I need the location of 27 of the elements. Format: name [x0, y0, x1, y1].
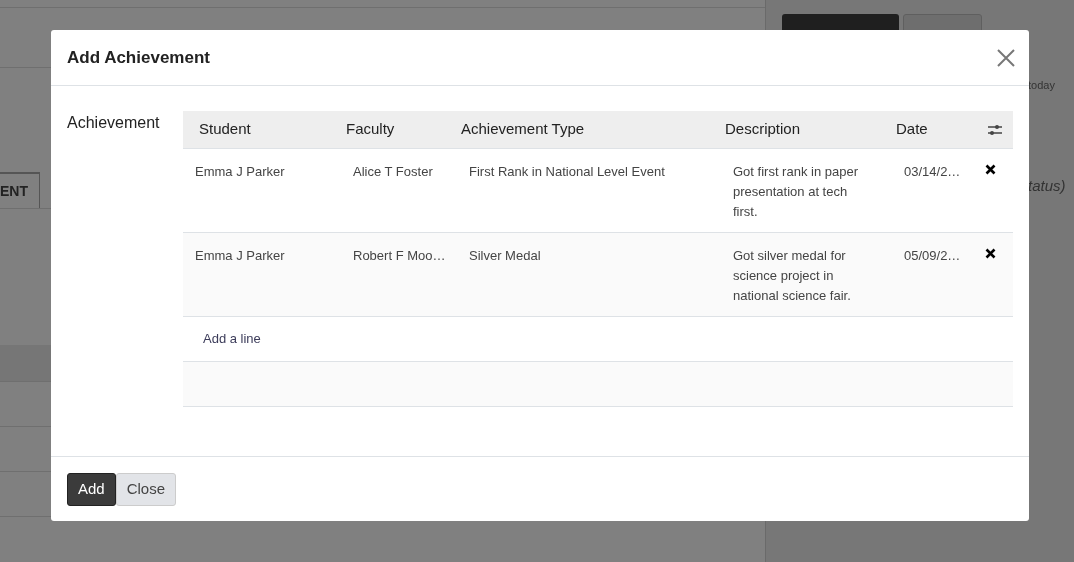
column-header: Student	[198, 119, 252, 140]
add-line-link[interactable]: Add a line	[203, 329, 261, 349]
sliders-icon[interactable]	[987, 122, 1003, 137]
table-cell-text: Alice T Foster	[352, 163, 434, 181]
table-cell-text: Emma J Parker	[194, 247, 286, 265]
table-cell-text: Got first rank in paper presentation at tech first.	[732, 163, 859, 221]
table-cell-text: 03/14/2…	[903, 163, 962, 181]
table-cell-text: 05/09/2…	[903, 247, 962, 265]
delete-icon[interactable]	[985, 248, 996, 259]
table-cell-text: Emma J Parker	[194, 163, 286, 181]
add-button[interactable]: Add	[67, 472, 116, 506]
dialog-title: Add Achievement	[67, 46, 210, 69]
column-header: Description	[724, 119, 802, 140]
column-header: Date	[895, 119, 929, 140]
field-label: Achievement	[67, 114, 160, 131]
column-header: Faculty	[345, 119, 396, 140]
table-cell-text: First Rank in National Level Event	[468, 163, 666, 181]
close-icon[interactable]	[997, 48, 1015, 67]
table-cell-text: Robert F Moo…	[352, 247, 447, 265]
timeline-label: today	[1028, 78, 1055, 93]
table-cell-text: Got silver medal for science project in national science fair.	[732, 247, 852, 305]
tab[interactable]: ENT	[0, 172, 40, 208]
status-text: tatus)	[1028, 176, 1066, 196]
table-cell-text: Silver Medal	[468, 247, 542, 265]
close-button[interactable]: Close	[115, 472, 177, 506]
delete-icon[interactable]	[985, 164, 996, 175]
column-header: Achievement Type	[460, 119, 586, 140]
